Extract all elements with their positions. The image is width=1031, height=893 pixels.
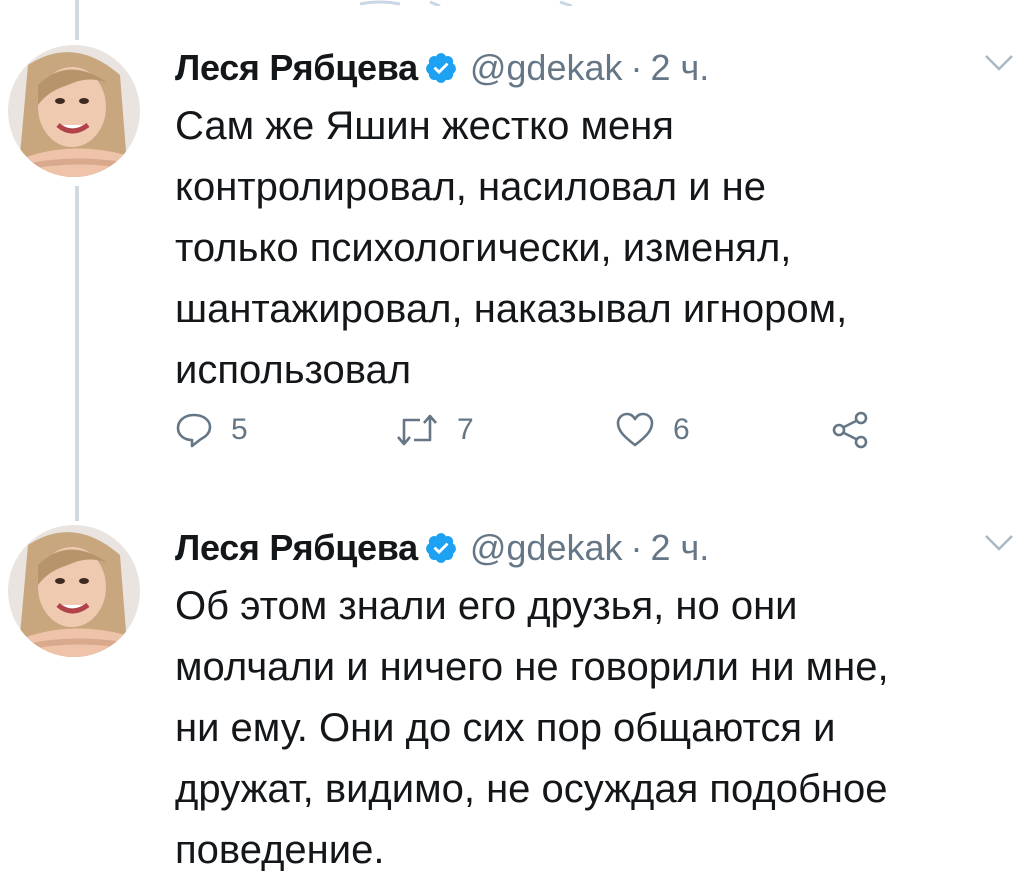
avatar-photo	[8, 525, 140, 657]
tweet-text-line: дружат, видимо, не осуждая подобное	[175, 767, 888, 811]
thread-line-top	[75, 0, 79, 40]
retweet-button[interactable]: 7	[395, 410, 474, 450]
tweet-text-line: ни ему. Они до сих пор общаются и	[175, 706, 836, 750]
tweet-text-line: Об этом знали его друзья, но они	[175, 584, 798, 628]
verified-badge-icon	[424, 531, 458, 565]
tweet-text-line: шантажировал, наказывал игнором,	[175, 287, 848, 331]
separator: ·	[630, 527, 643, 568]
like-button[interactable]: 6	[615, 410, 690, 450]
chevron-down-icon[interactable]	[984, 532, 1014, 559]
avatar[interactable]	[8, 525, 140, 657]
tweet-actions: 5 7 6	[175, 410, 895, 450]
chevron-down-icon[interactable]	[984, 52, 1014, 79]
verified-badge-icon	[424, 51, 458, 85]
separator: ·	[630, 47, 643, 88]
tweet-text: Сам же Яшин жестко меня контролировал, н…	[175, 96, 1015, 401]
tweet-header: Леся Рябцева @gdekak · 2 ч.	[175, 40, 709, 96]
tweet-text-line: контролировал, насиловал и не	[175, 165, 767, 209]
tweet-text-line: поведение.	[175, 828, 385, 872]
reply-count: 5	[231, 413, 248, 446]
timestamp[interactable]: 2 ч.	[651, 47, 710, 89]
tweet-text: Об этом знали его друзья, но они молчали…	[175, 576, 1015, 881]
author-handle[interactable]: @gdekak	[470, 47, 623, 89]
previous-tweet-fragment	[360, 0, 573, 6]
author-handle[interactable]: @gdekak	[470, 527, 623, 569]
share-button[interactable]	[830, 410, 870, 450]
reply-button[interactable]: 5	[175, 410, 248, 450]
heart-icon	[616, 412, 654, 447]
retweet-count: 7	[457, 413, 474, 446]
tweet-header: Леся Рябцева @gdekak · 2 ч.	[175, 520, 709, 576]
author-name[interactable]: Леся Рябцева	[175, 527, 418, 569]
reply-icon	[176, 413, 212, 448]
timestamp[interactable]: 2 ч.	[651, 527, 710, 569]
tweet-text-line: молчали и ничего не говорили ни мне,	[175, 645, 889, 689]
tweet-1[interactable]: Леся Рябцева @gdekak · 2 ч. Сам же Яшин …	[0, 40, 1031, 480]
avatar[interactable]	[8, 45, 140, 177]
retweet-icon	[397, 414, 437, 446]
avatar-photo	[8, 45, 140, 177]
author-name[interactable]: Леся Рябцева	[175, 47, 418, 89]
tweet-text-line: Сам же Яшин жестко меня	[175, 104, 674, 148]
tweet-text-line: использовал	[175, 348, 412, 392]
tweet-text-line: только психологически, изменял,	[175, 226, 792, 270]
tweet-2[interactable]: Леся Рябцева @gdekak · 2 ч. Об этом знал…	[0, 520, 1031, 893]
share-icon	[832, 411, 868, 449]
like-count: 6	[673, 413, 690, 446]
